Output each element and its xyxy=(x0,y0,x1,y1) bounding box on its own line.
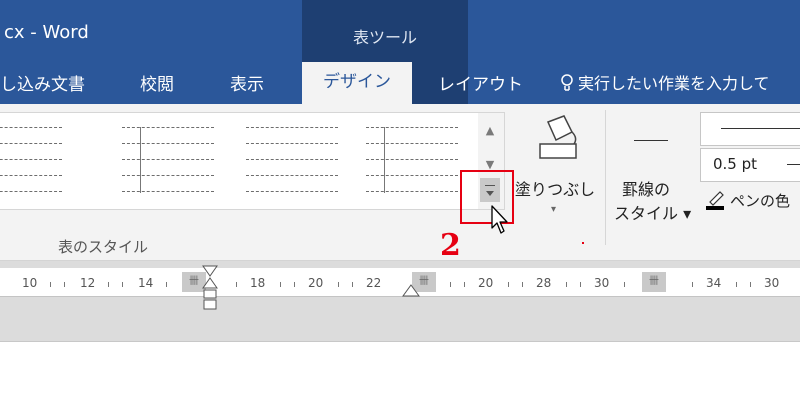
table-style-thumb[interactable] xyxy=(366,127,458,193)
title-bar: cx - Word 表ツール xyxy=(0,0,800,58)
table-style-thumb[interactable] xyxy=(246,127,338,193)
table-style-thumb[interactable] xyxy=(122,127,214,193)
ruler-number: 22 xyxy=(366,276,382,290)
tab-layout[interactable]: レイアウト xyxy=(438,70,523,95)
ruler-number: 10 xyxy=(22,276,38,290)
pen-weight-dropdown[interactable]: 0.5 pt xyxy=(700,148,800,182)
table-style-thumb[interactable] xyxy=(0,127,62,193)
step-number: 2 xyxy=(440,228,461,263)
ruler-number: 12 xyxy=(80,276,96,290)
tab-view[interactable]: 表示 xyxy=(230,70,264,95)
tab-mailings[interactable]: し込み文書 xyxy=(0,70,85,95)
table-styles-group-label: 表のスタイル xyxy=(58,238,149,256)
border-line-preview xyxy=(634,140,668,141)
lightbulb-icon xyxy=(561,74,573,91)
tab-review[interactable]: 校閲 xyxy=(140,70,174,95)
ruler-number: 30 xyxy=(764,276,780,290)
group-separator xyxy=(605,110,606,245)
border-styles-label-line2: スタイル ▾ xyxy=(614,204,692,223)
ruler-number: 20 xyxy=(308,276,324,290)
pen-icon xyxy=(706,191,724,210)
ruler-number: 28 xyxy=(536,276,552,290)
shading-dropdown-arrow[interactable]: ▾ xyxy=(551,204,556,215)
table-style-gallery[interactable] xyxy=(0,112,479,210)
border-styles-button[interactable]: 罫線の スタイル ▾ xyxy=(608,112,700,228)
tab-design[interactable]: デザイン xyxy=(302,62,412,104)
gallery-scroll-up-button[interactable]: ▲ xyxy=(482,123,498,139)
left-indent-marker-icon[interactable] xyxy=(402,284,420,298)
tell-me-text: 実行したい作業を入力して xyxy=(578,74,770,93)
paint-bucket-icon xyxy=(539,115,577,159)
pen-color-label: ペンの色 xyxy=(730,192,791,210)
mouse-pointer-icon xyxy=(491,205,508,234)
indent-marker-icon[interactable] xyxy=(200,264,220,310)
ruler-number: 18 xyxy=(250,276,266,290)
table-tools-label: 表ツール xyxy=(352,28,417,47)
shading-label: 塗りつぶし xyxy=(514,180,596,199)
line-style-dropdown[interactable] xyxy=(700,112,800,146)
ruler-number: 34 xyxy=(706,276,722,290)
pen-color-button[interactable]: ペンの色 xyxy=(704,190,790,211)
column-marker[interactable]: 卌 xyxy=(642,272,666,292)
ruler-number: 30 xyxy=(594,276,610,290)
ruler-number: 20 xyxy=(478,276,494,290)
ribbon-tab-row: し込み文書 校閲 表示 デザイン レイアウト 実行したい作業を入力して xyxy=(0,58,800,104)
red-mark xyxy=(582,242,584,244)
document-page[interactable] xyxy=(0,341,800,411)
tell-me-box[interactable]: 実行したい作業を入力して xyxy=(560,70,770,94)
shading-button[interactable]: 塗りつぶし ▾ xyxy=(510,112,600,222)
pen-weight-value: 0.5 pt xyxy=(713,155,758,173)
horizontal-ruler[interactable]: 10 12 14 18 20 22 20 28 30 34 30 xyxy=(0,268,800,297)
border-styles-label-line1: 罫線の xyxy=(622,180,671,199)
window-title: cx - Word xyxy=(4,22,89,43)
border-styles-dropdown-arrow[interactable]: ▾ xyxy=(683,204,691,223)
ruler-number: 14 xyxy=(138,276,154,290)
